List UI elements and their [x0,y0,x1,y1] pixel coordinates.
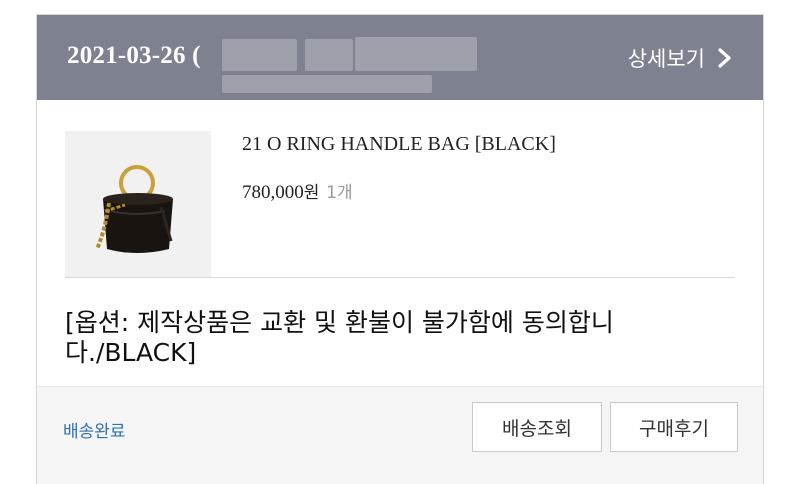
track-delivery-button[interactable]: 배송조회 [472,402,602,452]
product-price: 780,000 [242,182,304,203]
option-text: [옵션: 제작상품은 교환 및 환불이 불가함에 동의합니다./BLACK] [65,308,614,367]
order-detail-link[interactable]: 상세보기 [628,43,735,73]
product-quantity: 1개 [326,183,353,203]
product-price-row: 780,000원 1개 [242,178,353,204]
redacted-block [222,39,297,71]
order-detail-label: 상세보기 [627,47,705,71]
divider [65,277,735,278]
redacted-block [222,75,432,93]
order-card: 2021-03-26 ( 상세보기 21 O RING HANDLE BAG [… [36,14,764,484]
bag-image [65,131,211,277]
chevron-right-icon [713,47,735,69]
delivery-status: 배송완료 [63,422,126,442]
write-review-button[interactable]: 구매후기 [610,402,738,452]
product-thumbnail[interactable] [65,131,211,277]
order-header: 2021-03-26 ( 상세보기 [37,15,763,100]
order-footer: 배송완료 배송조회 구매후기 [37,386,763,484]
redacted-block [355,37,477,71]
product-name[interactable]: 21 O RING HANDLE BAG [BLACK] [242,133,556,156]
order-date: 2021-03-26 ( [67,42,201,69]
price-unit: 원 [303,183,320,203]
redacted-block [305,39,353,71]
